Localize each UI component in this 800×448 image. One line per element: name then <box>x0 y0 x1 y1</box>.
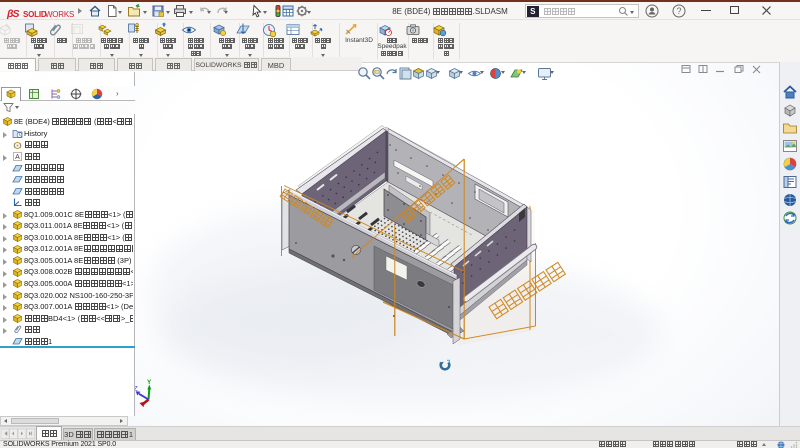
svg-text:A: A <box>15 154 20 161</box>
svg-text:Y: Y <box>147 379 152 386</box>
